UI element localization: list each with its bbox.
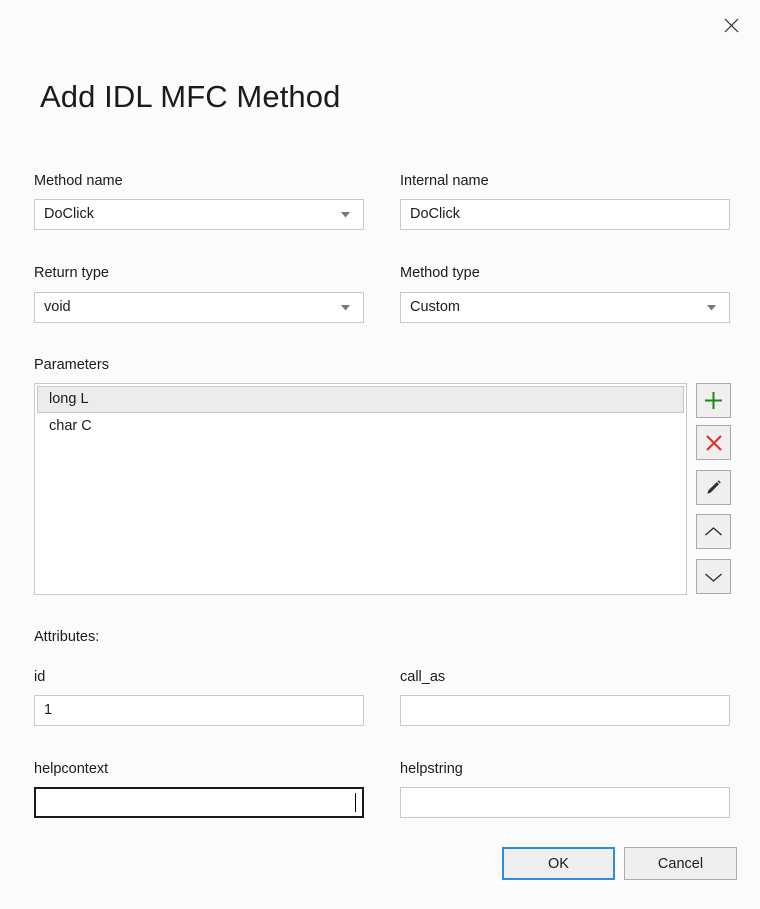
chevron-up-icon — [704, 526, 723, 538]
internal-name-label: Internal name — [400, 172, 489, 190]
id-input[interactable]: 1 — [34, 695, 364, 726]
chevron-down-icon — [337, 212, 353, 218]
helpstring-label: helpstring — [400, 760, 463, 778]
move-parameter-up-button[interactable] — [696, 514, 731, 549]
method-name-label: Method name — [34, 172, 123, 190]
text-caret — [355, 793, 356, 812]
helpstring-input[interactable] — [400, 787, 730, 818]
id-label: id — [34, 668, 45, 686]
method-type-combobox[interactable]: Custom — [400, 292, 730, 323]
page-title: Add IDL MFC Method — [40, 75, 340, 119]
edit-parameter-button[interactable] — [696, 470, 731, 505]
close-icon — [724, 18, 739, 33]
return-type-value: void — [44, 293, 337, 322]
method-type-value: Custom — [410, 293, 703, 322]
helpcontext-input[interactable] — [34, 787, 364, 818]
parameters-label: Parameters — [34, 356, 109, 374]
plus-icon — [704, 391, 723, 410]
method-name-value: DoClick — [44, 200, 337, 229]
return-type-label: Return type — [34, 264, 109, 282]
id-value: 1 — [44, 696, 357, 725]
internal-name-input[interactable]: DoClick — [400, 199, 730, 230]
move-parameter-down-button[interactable] — [696, 559, 731, 594]
return-type-combobox[interactable]: void — [34, 292, 364, 323]
ok-button[interactable]: OK — [502, 847, 615, 880]
pencil-icon — [704, 478, 723, 497]
chevron-down-icon — [704, 571, 723, 583]
remove-parameter-button[interactable] — [696, 425, 731, 460]
call-as-label: call_as — [400, 668, 445, 686]
close-x-icon — [705, 434, 723, 452]
internal-name-value: DoClick — [410, 200, 723, 229]
helpcontext-label: helpcontext — [34, 760, 108, 778]
call-as-input[interactable] — [400, 695, 730, 726]
method-name-combobox[interactable]: DoClick — [34, 199, 364, 230]
chevron-down-icon — [703, 305, 719, 311]
method-type-label: Method type — [400, 264, 480, 282]
cancel-button[interactable]: Cancel — [624, 847, 737, 880]
add-idl-mfc-method-dialog: Add IDL MFC Method Method name DoClick I… — [0, 0, 760, 909]
close-button[interactable] — [708, 9, 754, 41]
chevron-down-icon — [337, 305, 353, 311]
add-parameter-button[interactable] — [696, 383, 731, 418]
parameters-listbox[interactable]: long L char C — [34, 383, 687, 595]
list-item[interactable]: char C — [37, 413, 684, 440]
list-item[interactable]: long L — [37, 386, 684, 413]
attributes-heading: Attributes: — [34, 628, 99, 646]
